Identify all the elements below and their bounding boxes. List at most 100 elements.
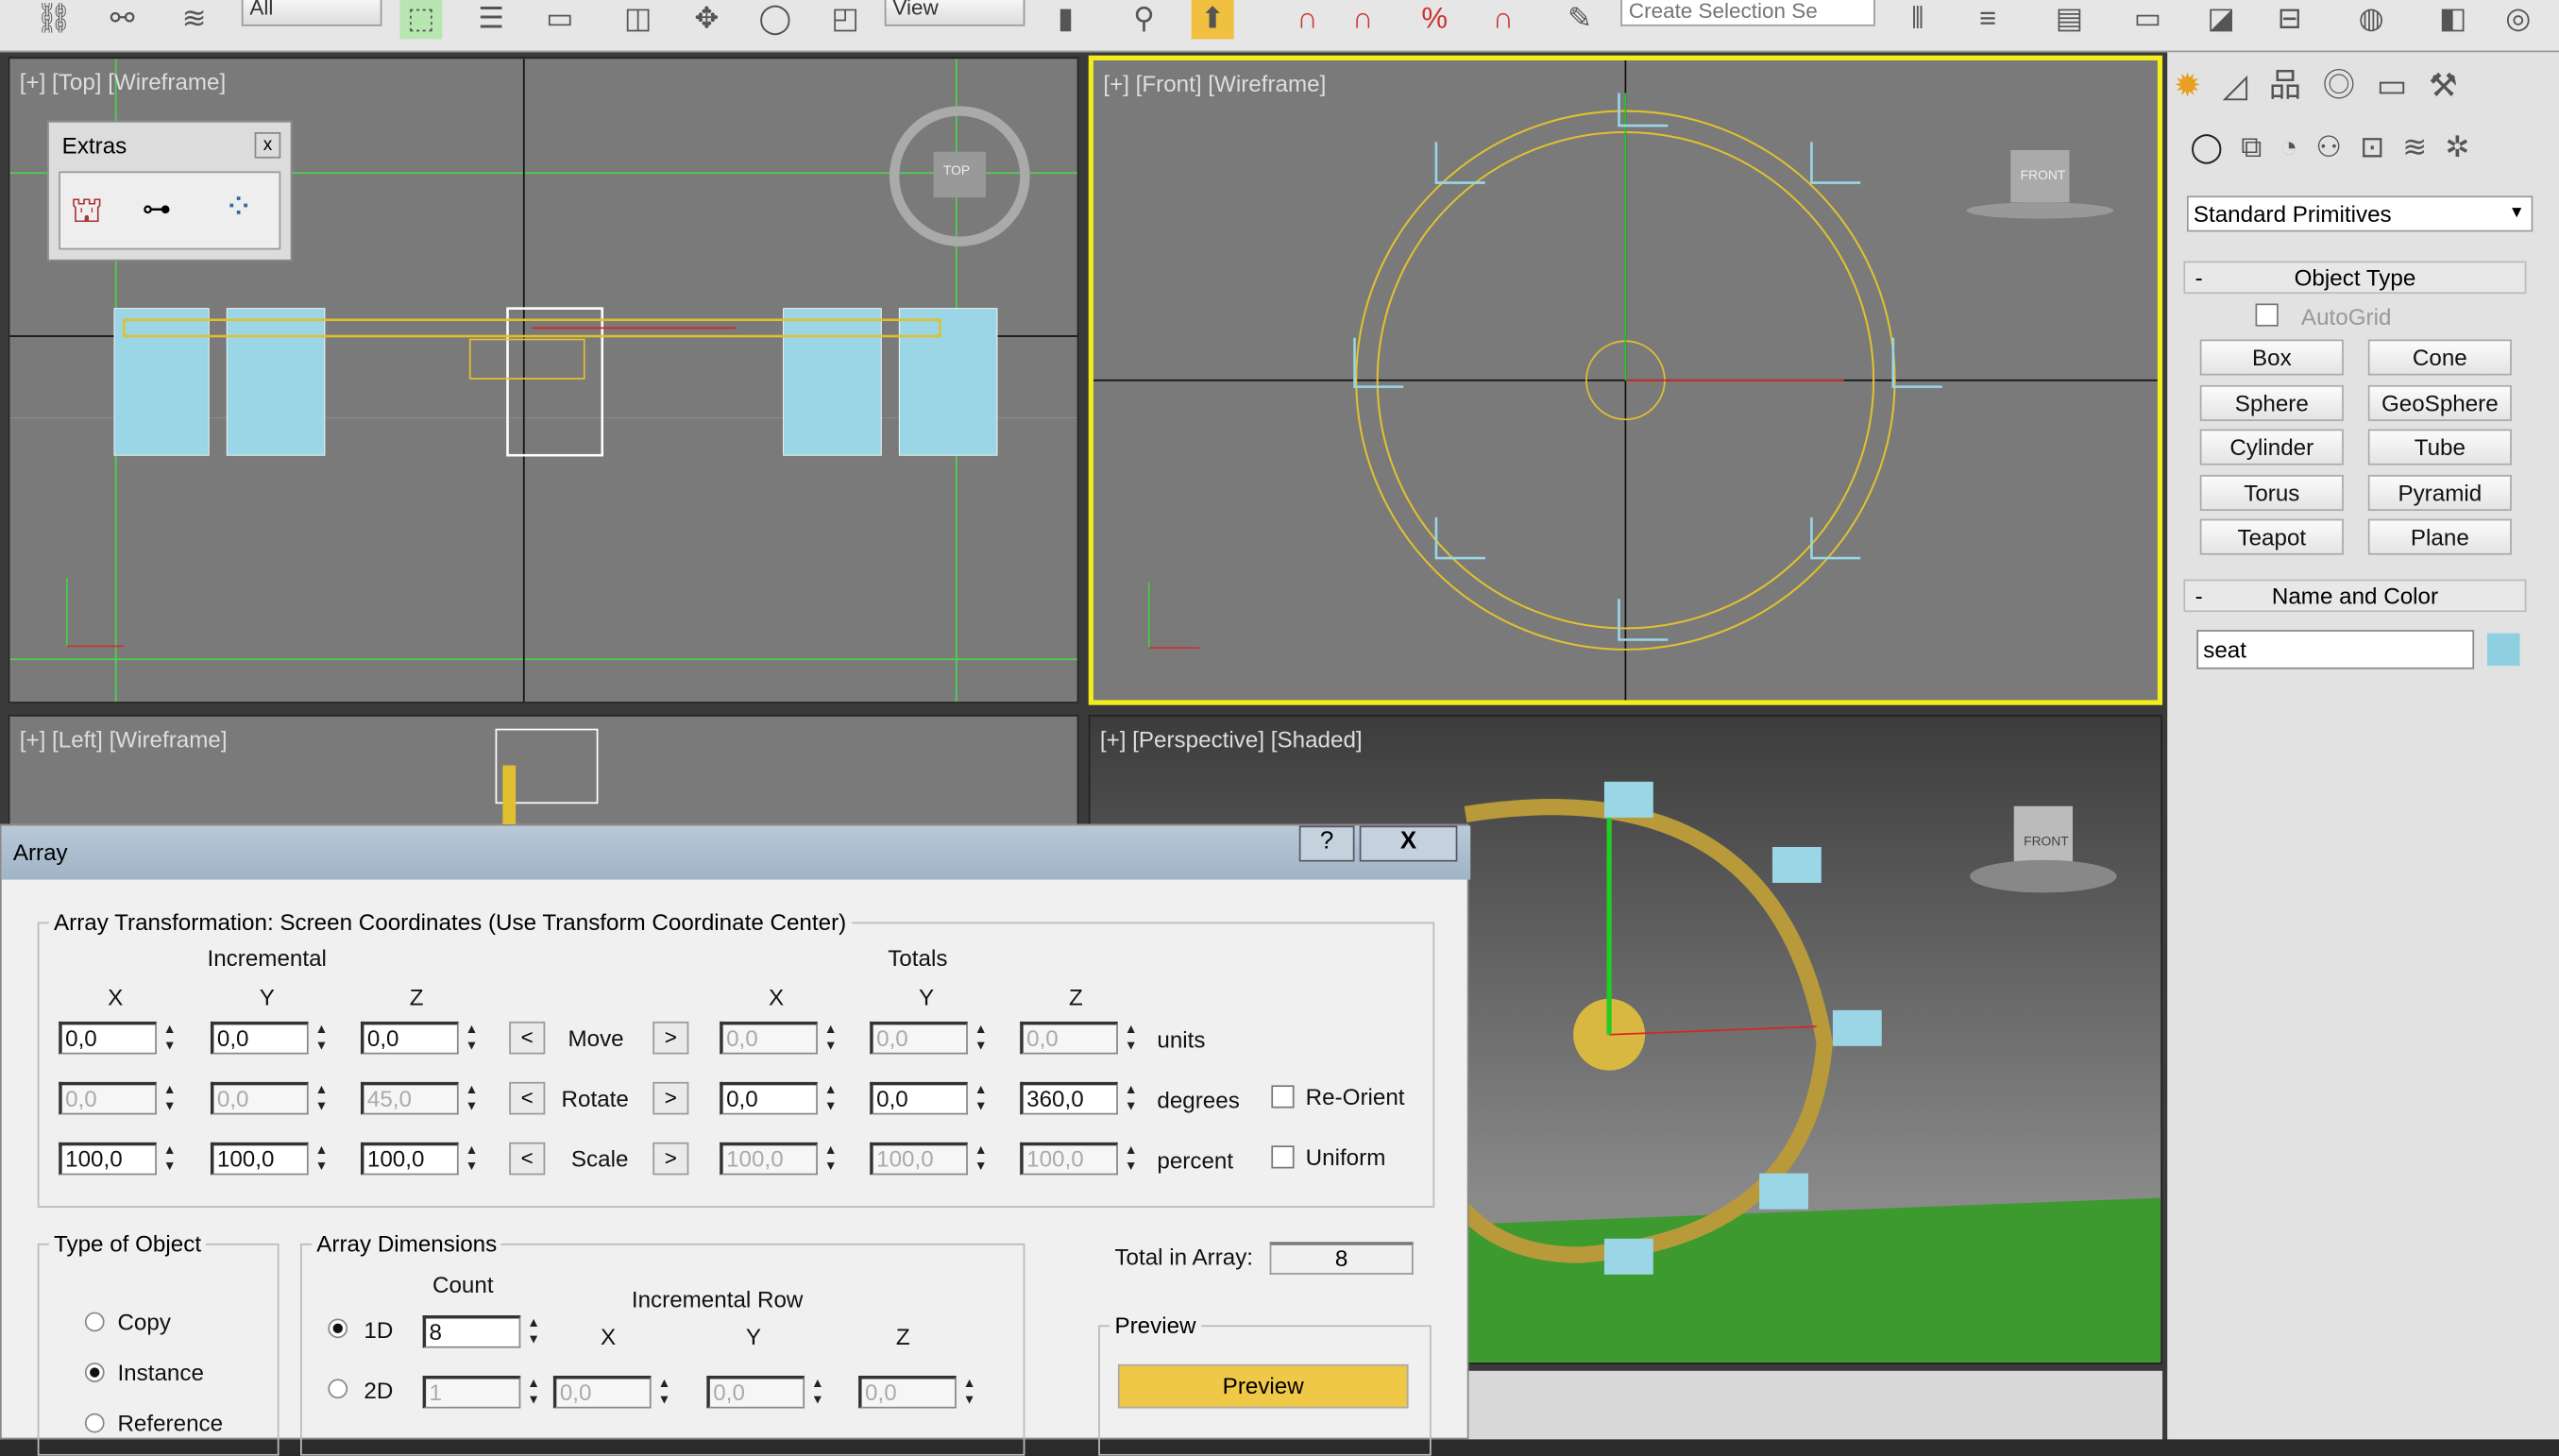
named-selection-input[interactable] bbox=[1620, 0, 1875, 26]
rotate-total-y-field[interactable]: 0,0 bbox=[870, 1081, 968, 1115]
link-icon[interactable]: ⛓ bbox=[33, 0, 76, 39]
dim-2d-x[interactable]: 0,0 ▲ ▼ bbox=[552, 1375, 674, 1409]
spinner-arrows-icon[interactable]: ▲ ▼ bbox=[959, 1376, 979, 1409]
mirror-icon[interactable]: ⫴ bbox=[1896, 0, 1939, 39]
spinner-arrows-icon[interactable]: ▲ ▼ bbox=[808, 1376, 828, 1409]
move-total-y-field[interactable]: 0,0 bbox=[870, 1021, 968, 1055]
help-button[interactable]: ? bbox=[1298, 825, 1355, 862]
dim-2d-count-field[interactable]: 1 bbox=[422, 1375, 521, 1409]
spinner-arrows-icon[interactable]: ▲ ▼ bbox=[821, 1082, 840, 1115]
schematic-view-icon[interactable]: ⊟ bbox=[2268, 0, 2311, 39]
cameras-icon[interactable]: ⚇ bbox=[2315, 130, 2360, 163]
object-type-rollout-header[interactable]: - Object Type bbox=[2183, 261, 2527, 295]
move-icon[interactable]: ✥ bbox=[686, 0, 728, 39]
copy-radio[interactable] bbox=[84, 1312, 105, 1332]
spinner-arrows-icon[interactable]: ▲ ▼ bbox=[971, 1022, 991, 1055]
manipulate-icon[interactable]: ⚲ bbox=[1123, 0, 1165, 39]
scale-incremental-z[interactable]: 100,0 ▲ ▼ bbox=[360, 1142, 482, 1176]
move-left-arrow-button[interactable]: < bbox=[509, 1021, 546, 1055]
rotate-right-arrow-button[interactable]: > bbox=[652, 1081, 689, 1115]
spinner-arrows-icon[interactable]: ▲ ▼ bbox=[971, 1143, 991, 1176]
spinner-arrows-icon[interactable]: ▲ ▼ bbox=[1121, 1143, 1141, 1176]
move-total-y[interactable]: 0,0 ▲ ▼ bbox=[870, 1021, 991, 1055]
dim-2d-x-field[interactable]: 0,0 bbox=[552, 1375, 652, 1409]
scale-incremental-y[interactable]: 100,0 ▲ ▼ bbox=[210, 1142, 331, 1176]
geometry-icon[interactable]: ◯ bbox=[2190, 130, 2241, 163]
selection-filter-dropdown[interactable]: All bbox=[241, 0, 382, 26]
spinner-arrows-icon[interactable]: ▲ ▼ bbox=[462, 1022, 482, 1055]
rotate-icon[interactable]: ◯ bbox=[754, 0, 796, 39]
array-icon[interactable]: ⁘ bbox=[224, 186, 254, 229]
scale-total-x-field[interactable]: 100,0 bbox=[720, 1142, 818, 1176]
systems-icon[interactable]: ✲ bbox=[2445, 130, 2487, 163]
space-warps-icon[interactable]: ≋ bbox=[2402, 130, 2445, 163]
viewport-label[interactable]: [+] [Front] [Wireframe] bbox=[1103, 70, 1326, 96]
scale-right-arrow-button[interactable]: > bbox=[652, 1142, 689, 1176]
scale-incremental-y-field[interactable]: 100,0 bbox=[210, 1142, 309, 1176]
rotate-incremental-y[interactable]: 0,0 ▲ ▼ bbox=[210, 1081, 331, 1115]
rotate-total-z-field[interactable]: 360,0 bbox=[1020, 1081, 1118, 1115]
scale-total-y-field[interactable]: 100,0 bbox=[870, 1142, 968, 1176]
walkthrough-icon[interactable]: ⛫ bbox=[70, 189, 103, 236]
move-incremental-y-field[interactable]: 0,0 bbox=[210, 1021, 309, 1055]
preview-button[interactable]: Preview bbox=[1117, 1363, 1409, 1409]
spinner-arrows-icon[interactable]: ▲ ▼ bbox=[654, 1376, 674, 1409]
spinner-arrows-icon[interactable]: ▲ ▼ bbox=[462, 1082, 482, 1115]
primitive-button-cone[interactable]: Cone bbox=[2367, 339, 2512, 376]
rotate-incremental-z[interactable]: 45,0 ▲ ▼ bbox=[360, 1081, 482, 1115]
curve-editor-icon[interactable]: ◪ bbox=[2200, 0, 2243, 39]
dim-2d-y[interactable]: 0,0 ▲ ▼ bbox=[706, 1375, 828, 1409]
primitive-button-box[interactable]: Box bbox=[2199, 339, 2344, 376]
move-total-z[interactable]: 0,0 ▲ ▼ bbox=[1020, 1021, 1141, 1055]
percent-snap-icon[interactable]: % bbox=[1414, 0, 1456, 39]
move-total-z-field[interactable]: 0,0 bbox=[1020, 1021, 1118, 1055]
extras-close-button[interactable]: x bbox=[254, 131, 281, 159]
rotate-total-z[interactable]: 360,0 ▲ ▼ bbox=[1020, 1081, 1141, 1115]
align-icon[interactable]: ≡ bbox=[1967, 0, 2009, 39]
spinner-arrows-icon[interactable]: ▲ ▼ bbox=[524, 1315, 544, 1348]
measure-distance-icon[interactable]: ⊶ bbox=[142, 193, 171, 227]
primitive-button-pyramid[interactable]: Pyramid bbox=[2367, 474, 2512, 511]
object-color-swatch[interactable] bbox=[2486, 633, 2520, 667]
hierarchy-tab-icon[interactable]: 品 bbox=[2269, 69, 2323, 105]
utilities-tab-icon[interactable]: ⚒ bbox=[2429, 69, 2479, 105]
keyboard-shortcut-override-icon[interactable]: ⬆ bbox=[1191, 0, 1234, 40]
layer-manager-icon[interactable]: ▤ bbox=[2048, 0, 2091, 39]
dim-1d-count-field[interactable]: 8 bbox=[422, 1315, 521, 1348]
move-incremental-z-field[interactable]: 0,0 bbox=[360, 1021, 459, 1055]
edit-named-selection-icon[interactable]: ✎ bbox=[1559, 0, 1601, 39]
select-object-icon[interactable]: ⬚ bbox=[399, 0, 443, 40]
display-tab-icon[interactable]: ▭ bbox=[2377, 69, 2429, 105]
spinner-arrows-icon[interactable]: ▲ ▼ bbox=[312, 1082, 331, 1115]
scale-left-arrow-button[interactable]: < bbox=[509, 1142, 546, 1176]
primitive-button-sphere[interactable]: Sphere bbox=[2199, 384, 2344, 421]
window-crossing-icon[interactable]: ◫ bbox=[617, 0, 659, 39]
motion-tab-icon[interactable]: ◎ bbox=[2323, 69, 2377, 105]
scale-total-x[interactable]: 100,0 ▲ ▼ bbox=[720, 1142, 840, 1176]
dim-2d-z[interactable]: 0,0 ▲ ▼ bbox=[858, 1375, 979, 1409]
rotate-total-y[interactable]: 0,0 ▲ ▼ bbox=[870, 1081, 991, 1115]
dim-1d-count[interactable]: 8 ▲ ▼ bbox=[422, 1315, 544, 1348]
scale-total-y[interactable]: 100,0 ▲ ▼ bbox=[870, 1142, 991, 1176]
spinner-snap-icon[interactable]: ∩ bbox=[1482, 0, 1524, 39]
snaps-toggle-icon[interactable]: ∩ bbox=[1286, 0, 1329, 39]
object-name-input[interactable] bbox=[2196, 630, 2475, 669]
unlink-icon[interactable]: ⚯ bbox=[101, 0, 144, 39]
create-tab-icon[interactable]: ✹ bbox=[2174, 69, 2222, 105]
modify-tab-icon[interactable]: ◿ bbox=[2223, 69, 2269, 105]
time-slider-track[interactable] bbox=[1468, 1370, 2163, 1440]
primitive-button-cylinder[interactable]: Cylinder bbox=[2199, 429, 2344, 466]
name-color-rollout-header[interactable]: - Name and Color bbox=[2183, 579, 2527, 613]
dim-1d-radio[interactable] bbox=[328, 1318, 348, 1339]
move-incremental-x[interactable]: 0,0 ▲ ▼ bbox=[59, 1021, 179, 1055]
viewcube-label[interactable]: FRONT bbox=[2024, 834, 2069, 849]
move-incremental-y[interactable]: 0,0 ▲ ▼ bbox=[210, 1021, 331, 1055]
reference-coordinate-dropdown[interactable]: View bbox=[884, 0, 1025, 26]
primitive-button-tube[interactable]: Tube bbox=[2367, 429, 2512, 466]
spinner-arrows-icon[interactable]: ▲ ▼ bbox=[160, 1082, 179, 1115]
scale-incremental-x[interactable]: 100,0 ▲ ▼ bbox=[59, 1142, 179, 1176]
rotate-incremental-y-field[interactable]: 0,0 bbox=[210, 1081, 309, 1115]
lights-icon[interactable]: ◔ bbox=[2279, 130, 2315, 163]
primitive-button-geosphere[interactable]: GeoSphere bbox=[2367, 384, 2512, 421]
rotate-incremental-z-field[interactable]: 45,0 bbox=[360, 1081, 459, 1115]
